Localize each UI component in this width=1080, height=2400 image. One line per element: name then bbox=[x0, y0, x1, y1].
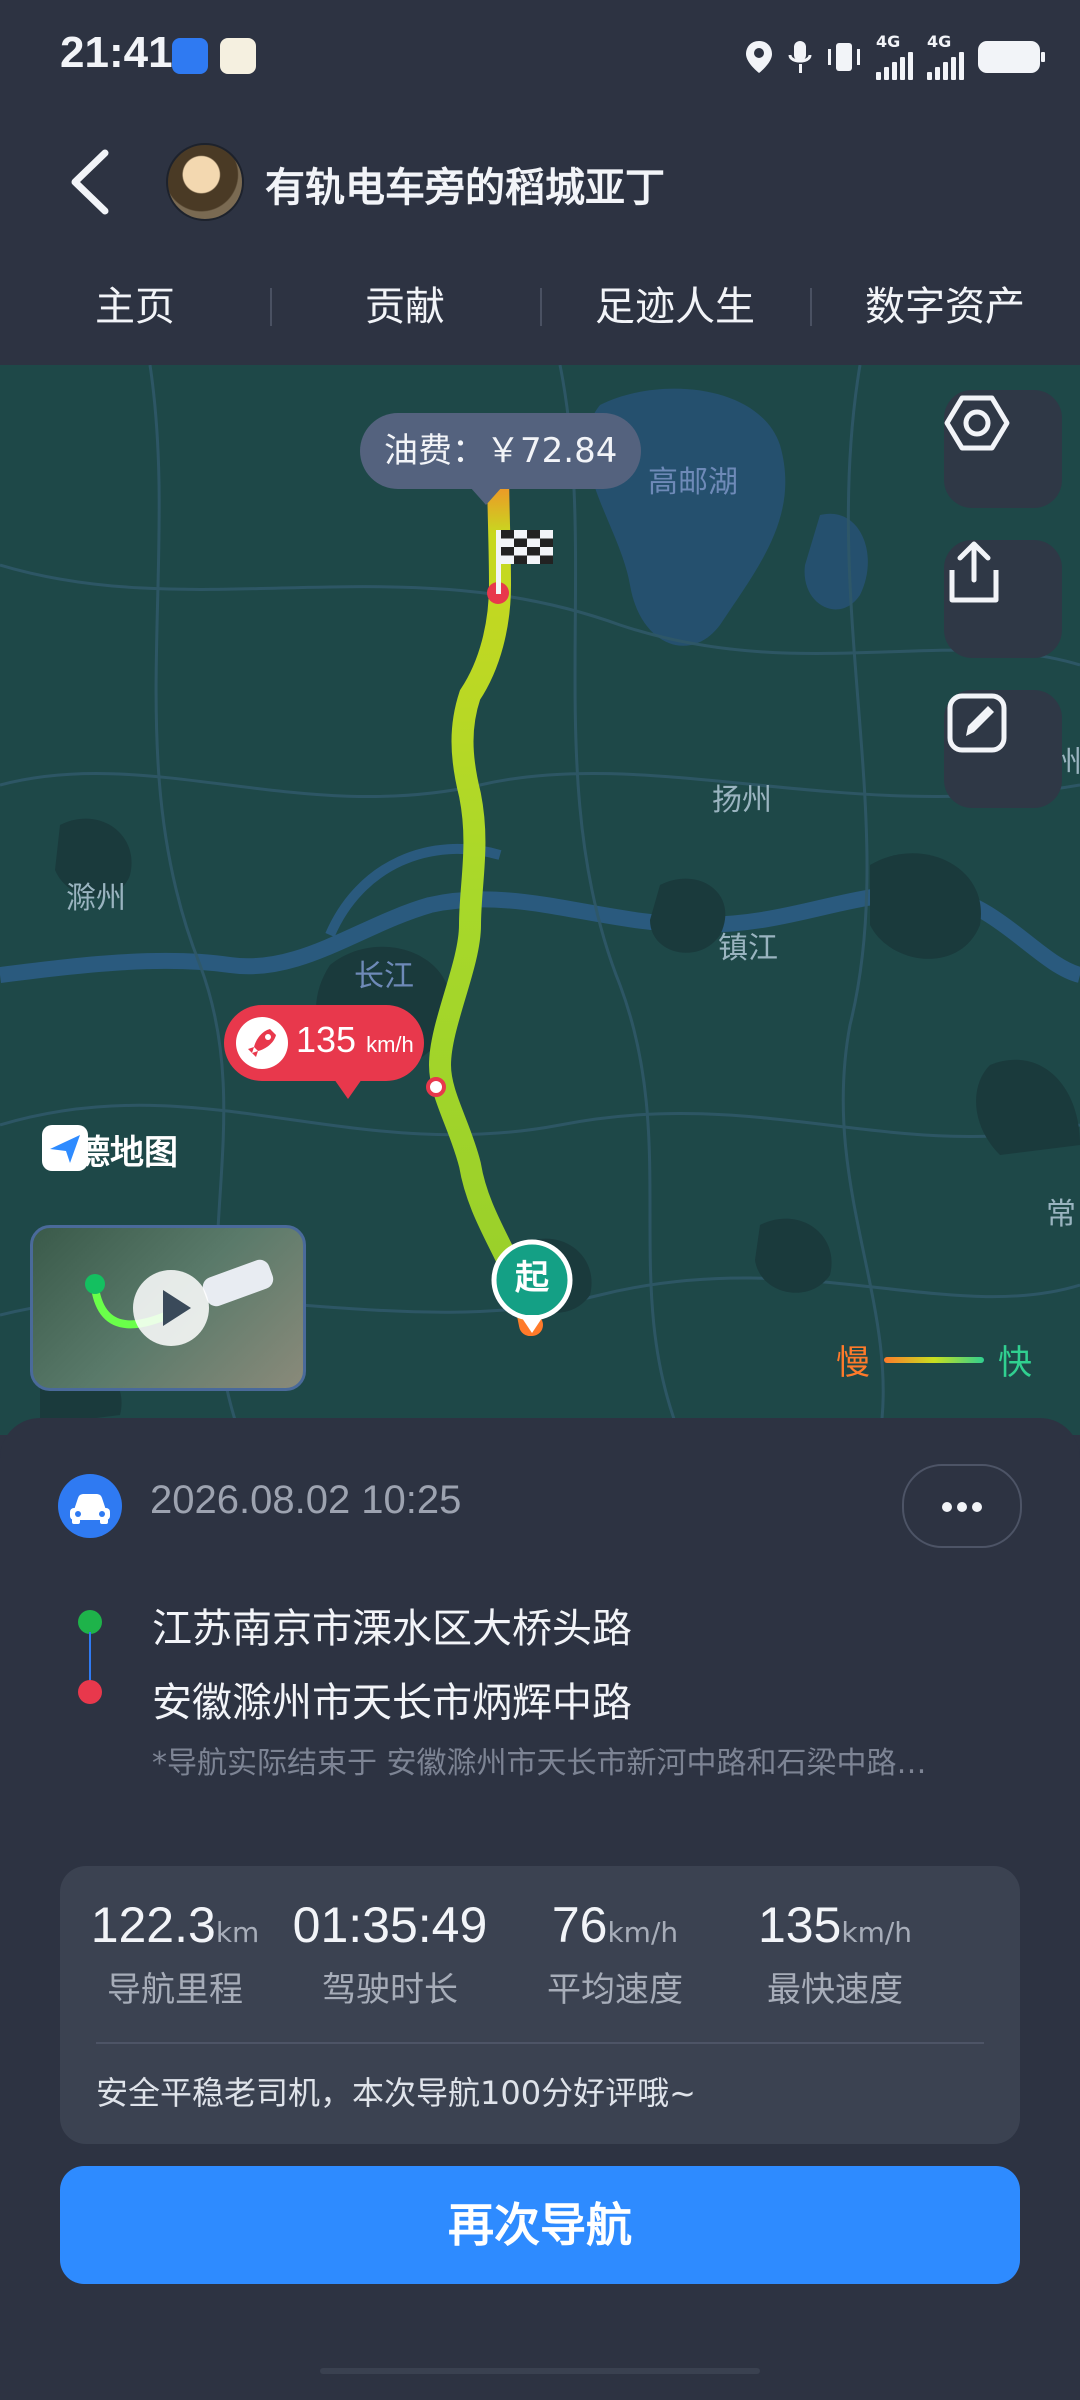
microphone-icon bbox=[788, 41, 812, 73]
chevron-left-icon[interactable] bbox=[65, 147, 115, 217]
stat-max-speed: 135km/h 最快速度 bbox=[757, 1897, 913, 2010]
profile-header: 有轨电车旁的稻城亚丁 bbox=[0, 115, 1080, 245]
legend-slow: 慢 bbox=[836, 1343, 870, 1383]
tab-home[interactable]: 主页 bbox=[0, 262, 270, 352]
max-speed-point bbox=[426, 1077, 446, 1097]
more-options-button[interactable] bbox=[902, 1464, 1022, 1548]
status-icons: 4G 4G bbox=[744, 34, 1045, 80]
map-label: 扬州 bbox=[712, 783, 772, 818]
hotspot-app-icon bbox=[172, 38, 208, 74]
legend-gradient bbox=[884, 1356, 984, 1363]
avatar[interactable] bbox=[166, 143, 244, 221]
renavigate-button[interactable]: 再次导航 bbox=[60, 2166, 1020, 2284]
trip-stats-card: 122.3km 导航里程 01:35:49 驾驶时长 76km/h 平均速度 1… bbox=[60, 1866, 1020, 2144]
stat-distance: 122.3km 导航里程 bbox=[90, 1897, 260, 2010]
end-address: 安徽滁州市天长市炳辉中路 bbox=[152, 1680, 632, 1726]
home-indicator[interactable] bbox=[320, 2368, 760, 2374]
share-button[interactable] bbox=[944, 540, 1062, 658]
vibrate-icon bbox=[828, 43, 860, 71]
tab-contributions[interactable]: 贡献 bbox=[270, 262, 540, 352]
stat-duration: 01:35:49 驾驶时长 bbox=[292, 1897, 488, 2010]
route-connector bbox=[89, 1632, 91, 1682]
amap-logo: 高德地图 bbox=[42, 1125, 178, 1174]
start-address: 江苏南京市溧水区大桥头路 bbox=[152, 1606, 632, 1652]
rocket-icon bbox=[236, 1017, 288, 1069]
cell-signal-1: 4G bbox=[876, 34, 913, 80]
max-speed-value: 135 bbox=[296, 1019, 357, 1060]
map-label: 长江 bbox=[354, 959, 414, 994]
driving-comment: 安全平稳老司机，本次导航100分好评哦~ bbox=[96, 2074, 696, 2112]
hexagon-settings-icon bbox=[944, 395, 1010, 451]
legend-fast: 快 bbox=[998, 1343, 1032, 1383]
end-dot bbox=[78, 1680, 102, 1704]
tab-digital-assets[interactable]: 数字资产 bbox=[810, 262, 1080, 352]
route-map[interactable]: 高邮湖 扬州 滁州 镇江 长江 常 州 油费：￥72.84 起 135 km/h… bbox=[0, 365, 1080, 1435]
share-icon bbox=[949, 541, 999, 603]
stat-average-speed: 76km/h 平均速度 bbox=[547, 1897, 683, 2010]
amap-logo-icon bbox=[42, 1125, 88, 1171]
username: 有轨电车旁的稻城亚丁 bbox=[265, 165, 665, 211]
edit-button[interactable] bbox=[944, 690, 1062, 808]
profile-tabs: 主页 贡献 足迹人生 数字资产 bbox=[0, 262, 1080, 352]
route-replay-video[interactable] bbox=[30, 1225, 306, 1391]
speed-legend: 慢 快 bbox=[836, 1335, 1032, 1384]
car-icon bbox=[58, 1474, 122, 1538]
max-speed-unit: km/h bbox=[366, 1032, 414, 1057]
battery-icon bbox=[978, 41, 1045, 73]
cell-signal-2: 4G bbox=[927, 34, 964, 80]
start-dot bbox=[78, 1610, 102, 1634]
fuel-cost-bubble: 油费：￥72.84 bbox=[360, 413, 642, 505]
map-label: 镇江 bbox=[718, 931, 778, 966]
trip-detail-sheet: 2026.08.02 10:25 江苏南京市溧水区大桥头路 安徽滁州市天长市炳辉… bbox=[0, 1418, 1080, 2400]
actual-end-note: *导航实际结束于 安徽滁州市天长市新河中路和石梁中路… bbox=[152, 1746, 927, 1781]
stats-divider bbox=[96, 2042, 984, 2044]
clock: 21:41 bbox=[60, 28, 173, 77]
settings-button[interactable] bbox=[944, 390, 1062, 508]
max-speed-bubble: 135 km/h bbox=[224, 1005, 424, 1099]
map-label: 常 bbox=[1046, 1197, 1076, 1232]
map-label: 滁州 bbox=[66, 881, 126, 916]
trip-datetime: 2026.08.02 10:25 bbox=[150, 1478, 462, 1522]
location-icon bbox=[746, 41, 772, 73]
map-label: 高邮湖 bbox=[648, 465, 738, 500]
edit-icon bbox=[947, 693, 1007, 753]
play-icon[interactable] bbox=[133, 1270, 209, 1346]
start-marker-label: 起 bbox=[515, 1258, 549, 1298]
tab-footprint[interactable]: 足迹人生 bbox=[540, 262, 810, 352]
notification-app-icon bbox=[220, 38, 256, 74]
status-bar: 21:41 4G 4G bbox=[0, 0, 1080, 115]
